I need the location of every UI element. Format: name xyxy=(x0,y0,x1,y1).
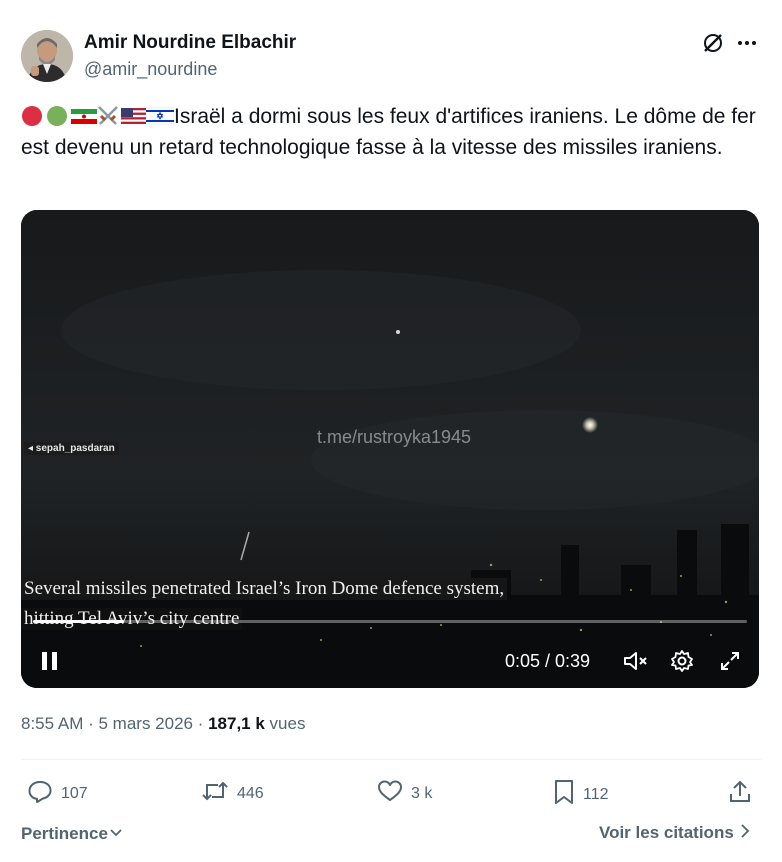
reply-icon xyxy=(27,779,53,808)
more-options-icon[interactable] xyxy=(734,30,760,56)
view-quotes-link[interactable]: Voir les citations xyxy=(599,823,750,843)
share-icon xyxy=(728,779,752,810)
post-meta: 8:55 AM · 5 mars 2026 · 187,1 k vues xyxy=(21,714,305,734)
post-time[interactable]: 8:55 AM xyxy=(21,714,83,733)
video-caption-line2: hitting Tel Aviv’s city centre xyxy=(21,608,243,630)
views-label: vues xyxy=(264,714,306,733)
mute-icon[interactable] xyxy=(623,648,649,674)
emoji-row xyxy=(21,105,175,127)
bookmark-icon xyxy=(553,779,575,810)
chevron-right-icon xyxy=(740,823,750,843)
us-flag-icon xyxy=(121,105,149,127)
video-time: 0:05 / 0:39 xyxy=(505,651,591,671)
settings-gear-icon[interactable] xyxy=(669,648,695,674)
post-date[interactable]: 5 mars 2026 xyxy=(98,714,193,733)
author-handle[interactable]: @amir_nourdine xyxy=(84,59,217,80)
pause-icon[interactable] xyxy=(39,650,61,672)
meta-sep: · xyxy=(83,714,99,733)
video-player[interactable]: t.me/rustroyka1945 ◂ sepah_pasdaran Seve… xyxy=(21,210,759,688)
video-watermark: t.me/rustroyka1945 xyxy=(317,427,472,447)
israel-flag-icon xyxy=(145,105,175,127)
repost-icon xyxy=(201,779,229,808)
repost-count: 446 xyxy=(237,784,264,802)
video-caption-line1: Several missiles penetrated Israel’s Iro… xyxy=(21,578,508,600)
bookmark-count: 112 xyxy=(583,785,609,803)
crossed-swords-icon xyxy=(96,105,118,127)
divider xyxy=(21,759,761,760)
source-tag: ◂ sepah_pasdaran xyxy=(24,442,119,455)
repost-button[interactable]: 446 xyxy=(201,779,264,808)
progress-fill xyxy=(33,620,125,623)
author-name[interactable]: Amir Nourdine Elbachir xyxy=(84,32,296,54)
view-quotes-label: Voir les citations xyxy=(599,823,734,842)
like-count: 3 k xyxy=(411,784,433,802)
fullscreen-icon[interactable] xyxy=(717,648,743,674)
iran-flag-icon xyxy=(71,105,97,127)
green-circle-icon xyxy=(46,105,68,127)
sort-label: Pertinence xyxy=(21,824,108,843)
sort-dropdown[interactable]: Pertinence xyxy=(21,823,122,844)
heart-icon xyxy=(377,779,403,808)
bookmark-button[interactable]: 112 xyxy=(553,779,609,810)
view-count: 187,1 k xyxy=(208,714,265,733)
like-button[interactable]: 3 k xyxy=(377,779,432,808)
meta-sep: · xyxy=(192,714,209,733)
avatar[interactable] xyxy=(21,30,73,82)
post-text-block: Israël a dormi sous les feux d'artifices… xyxy=(21,101,756,163)
reply-count: 107 xyxy=(61,784,88,802)
share-button[interactable] xyxy=(728,779,752,810)
chevron-down-icon xyxy=(110,823,122,843)
progress-bar[interactable] xyxy=(33,620,747,623)
grok-icon[interactable] xyxy=(700,30,726,56)
red-circle-icon xyxy=(21,105,43,127)
reply-button[interactable]: 107 xyxy=(27,779,88,808)
